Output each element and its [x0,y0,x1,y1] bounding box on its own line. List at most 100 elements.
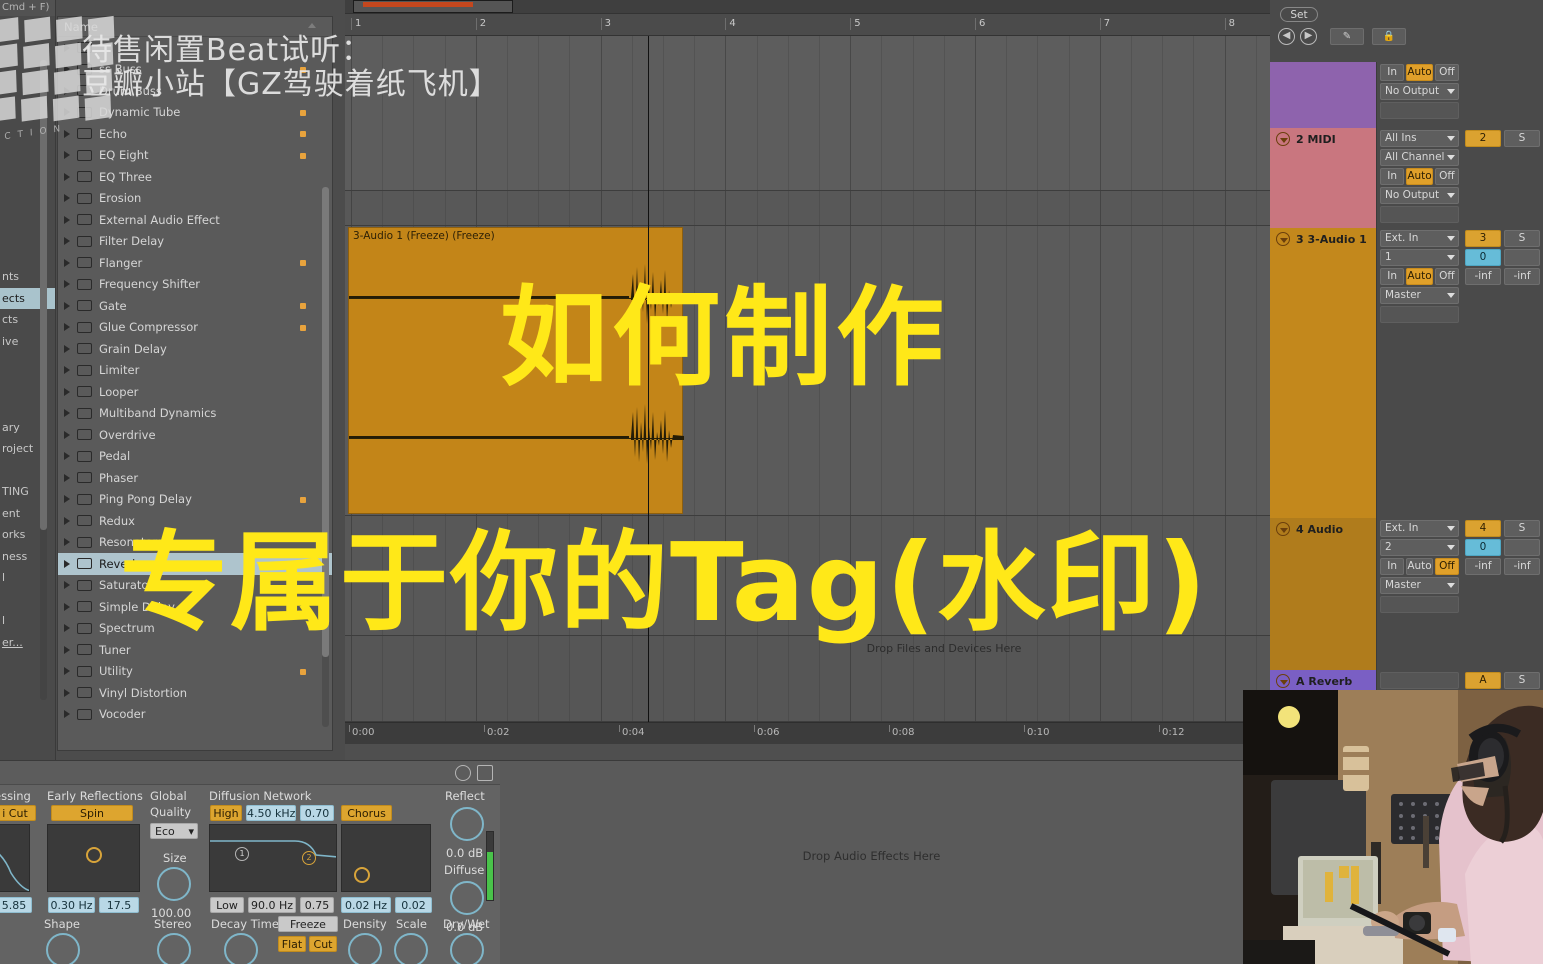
device-list-item[interactable]: Glue Compressor [58,317,332,339]
device-titlebar[interactable] [0,761,500,785]
spin-amount-value[interactable]: 17.5 [99,897,139,913]
flat-button[interactable]: Flat [278,936,306,952]
audio-effects-drop-area[interactable]: Drop Audio Effects Here [500,760,1243,964]
cut-button[interactable]: Cut [309,936,337,952]
device-list-item[interactable]: Utility [58,661,332,683]
expand-triangle-icon[interactable] [64,645,70,654]
expand-triangle-icon[interactable] [64,624,70,633]
track-fold-icon[interactable] [1276,232,1290,246]
high-shelf-button[interactable]: High [210,805,242,821]
mix-cell[interactable]: 0 [1465,249,1501,266]
drywet-knob[interactable] [450,933,484,964]
input-hicut-value[interactable]: 5.85 [0,897,32,913]
track-output-select[interactable]: No Output [1380,187,1459,204]
track-input-select[interactable]: Ext. In [1380,230,1459,247]
monitor-segment[interactable]: In Auto Off [1380,558,1460,575]
expand-triangle-icon[interactable] [64,409,70,418]
freeze-button[interactable]: Freeze [278,916,338,932]
hotswap-indicator-icon[interactable] [300,260,306,266]
track-input-select[interactable]: Ext. In [1380,520,1459,537]
arrow-left-icon[interactable]: ◀ [1278,28,1295,45]
track-io-cell[interactable]: Ext. In 1 In Auto Off Master [1377,228,1462,518]
diffusion-filter-graph[interactable]: 1 2 [209,824,337,892]
monitor-off-button[interactable]: Off [1434,558,1460,575]
track-header-panel[interactable]: Set ◀ ▶ ✎ 🔒 In Auto Off No Output 2 MIDI All … [1270,0,1543,760]
low-freq-value[interactable]: 90.0 Hz [248,897,296,913]
monitor-off-button[interactable]: Off [1434,268,1460,285]
early-reflections-graph[interactable] [47,824,140,892]
track-channel-select[interactable]: 1 [1380,249,1459,266]
scale-knob[interactable] [394,933,428,964]
expand-triangle-icon[interactable] [64,366,70,375]
high-filter-handle[interactable]: 2 [302,851,316,865]
hotswap-indicator-icon[interactable] [300,131,306,137]
track-output-select[interactable]: No Output [1380,83,1459,100]
expand-triangle-icon[interactable] [64,667,70,676]
expand-triangle-icon[interactable] [64,344,70,353]
monitor-in-button[interactable]: In [1380,268,1405,285]
device-list-item[interactable]: Gate [58,295,332,317]
decay-time-knob[interactable] [224,933,258,964]
device-list-item[interactable]: Filter Delay [58,231,332,253]
density-knob[interactable] [348,933,382,964]
chorus-button[interactable]: Chorus [341,805,392,821]
device-list-item[interactable]: Looper [58,381,332,403]
chorus-graph[interactable] [341,824,431,892]
device-list-item[interactable]: Erosion [58,188,332,210]
mix-cell[interactable]: -inf [1465,558,1501,575]
track-fold-icon[interactable] [1276,522,1290,536]
expand-triangle-icon[interactable] [64,280,70,289]
lock-icon[interactable]: 🔒 [1372,28,1406,45]
monitor-segment[interactable]: In Auto Off [1380,268,1460,285]
expand-triangle-icon[interactable] [64,387,70,396]
mix-cell[interactable]: S [1504,520,1540,537]
expand-triangle-icon[interactable] [64,495,70,504]
monitor-in-button[interactable]: In [1380,558,1405,575]
track-channel-select[interactable]: 2 [1380,539,1459,556]
expand-triangle-icon[interactable] [64,452,70,461]
hotswap-indicator-icon[interactable] [300,152,306,159]
track-output-channel-select[interactable] [1380,206,1459,223]
track-io-cell[interactable]: All Ins All Channel In Auto Off No Output [1377,128,1462,228]
hi-cut-button[interactable]: i Cut [0,805,36,821]
browser-scrollbar[interactable] [322,187,329,727]
track-mix-cell[interactable] [1462,62,1543,128]
device-list-item[interactable]: Pedal [58,446,332,468]
mix-cell[interactable]: 3 [1465,230,1501,247]
arrow-right-icon[interactable]: ▶ [1300,28,1317,45]
track-name-cell[interactable] [1270,62,1377,128]
mix-cell[interactable] [1504,539,1540,556]
track-fold-icon[interactable] [1276,674,1290,688]
mix-cell[interactable]: A [1465,672,1501,689]
expand-triangle-icon[interactable] [64,258,70,267]
mix-cell[interactable]: 0 [1465,539,1501,556]
track-mix-cell[interactable]: 3 S 0 -inf -inf [1462,228,1543,518]
expand-triangle-icon[interactable] [64,194,70,203]
monitor-auto-button[interactable]: Auto [1406,558,1433,575]
hotswap-indicator-icon[interactable] [300,324,306,331]
track-mix-cell[interactable]: 4 S 0 -inf -inf [1462,518,1543,670]
monitor-in-button[interactable]: In [1380,168,1405,185]
reverb-device-panel[interactable]: essing i Cut 5.85 Early Reflections Spin… [0,760,500,964]
mix-cell[interactable]: -inf [1465,268,1501,285]
size-knob[interactable] [157,867,191,901]
spin-button[interactable]: Spin [51,805,133,821]
device-list-item[interactable]: EQ Eight [58,145,332,167]
device-list-item[interactable]: Ping Pong Delay [58,489,332,511]
monitor-auto-button[interactable]: Auto [1406,168,1433,185]
mixer-track-row[interactable]: 2 MIDI All Ins All Channel In Auto Off No Outp… [1270,128,1543,228]
track-channel-select[interactable]: All Channel [1380,149,1459,166]
hotswap-indicator-icon[interactable] [300,668,306,675]
device-list-item[interactable]: Vinyl Distortion [58,682,332,704]
monitor-auto-button[interactable]: Auto [1406,64,1433,81]
monitor-auto-button[interactable]: Auto [1406,268,1433,285]
mix-cell[interactable] [1504,249,1540,266]
track-output-channel-select[interactable] [1380,596,1459,613]
device-list-item[interactable]: Multiband Dynamics [58,403,332,425]
draw-mode-icon[interactable]: ✎ [1330,28,1364,45]
track-io-cell[interactable] [1377,670,1462,692]
expand-triangle-icon[interactable] [64,237,70,246]
device-list-item[interactable]: Grain Delay [58,338,332,360]
expand-triangle-icon[interactable] [64,559,70,568]
device-list-item[interactable]: Overdrive [58,424,332,446]
